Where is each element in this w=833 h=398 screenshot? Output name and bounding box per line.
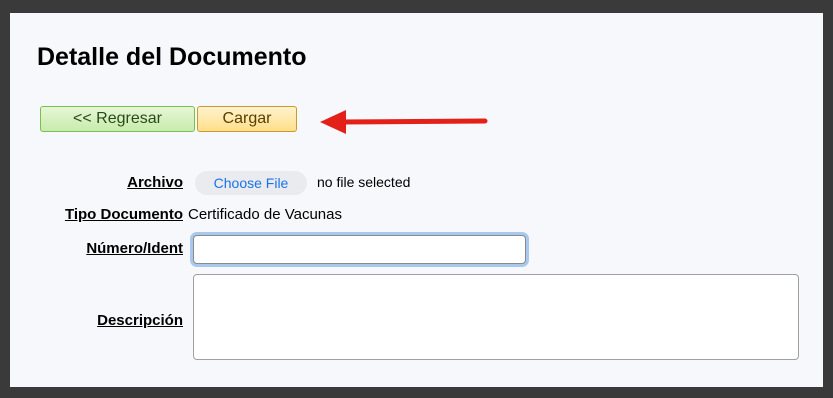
file-status-text: no file selected	[317, 174, 411, 190]
doc-type-value: Certificado de Vacunas	[188, 206, 342, 223]
file-label: Archivo	[127, 174, 183, 191]
description-textarea[interactable]	[193, 274, 799, 360]
page-title: Detalle del Documento	[37, 43, 307, 71]
description-label: Descripción	[97, 312, 183, 329]
number-input[interactable]	[193, 235, 526, 264]
choose-file-button[interactable]: Choose File	[195, 171, 307, 195]
red-arrow-annotation	[320, 110, 488, 134]
doc-type-label: Tipo Documento	[64, 206, 183, 223]
load-button[interactable]: Cargar	[197, 106, 297, 132]
document-detail-panel: Detalle del Documento << Regresar Cargar…	[10, 13, 823, 387]
number-label: Número/Ident	[86, 240, 183, 257]
back-button[interactable]: << Regresar	[40, 106, 195, 132]
